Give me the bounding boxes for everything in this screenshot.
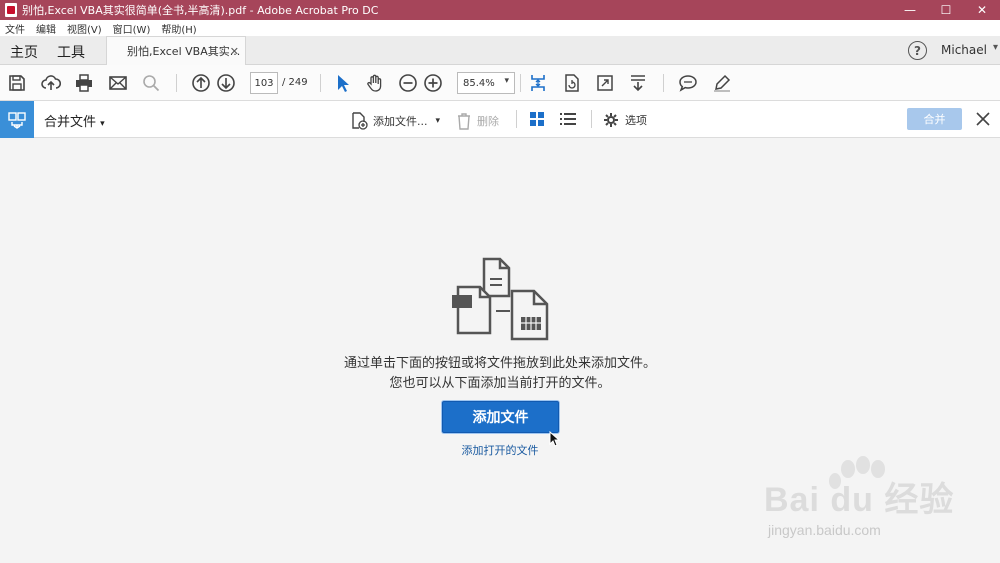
hand-tool-icon[interactable] — [364, 72, 386, 94]
window-title: 别怕,Excel VBA其实很简单(全书,半高清).pdf - Adobe Ac… — [22, 4, 379, 17]
help-icon[interactable]: ? — [908, 41, 927, 60]
minimize-button[interactable]: — — [892, 0, 928, 20]
gear-icon — [604, 113, 618, 127]
full-screen-icon[interactable] — [594, 72, 616, 94]
toolbar-divider — [320, 74, 321, 92]
add-files-button[interactable]: 添加文件 — [442, 401, 559, 433]
fit-page-icon[interactable] — [527, 72, 549, 94]
select-cursor-icon[interactable] — [331, 72, 353, 94]
grid-view-icon — [530, 112, 544, 126]
acrobat-app-icon — [5, 3, 17, 17]
menu-bar: 文件 编辑 视图(V) 窗口(W) 帮助(H) — [0, 20, 1000, 36]
tab-document[interactable]: 别怕,Excel VBA其实... ✕ — [106, 36, 246, 65]
tab-tools[interactable]: 工具 — [57, 42, 85, 62]
combine-files-title[interactable]: 合并文件 ▾ — [44, 111, 105, 130]
watermark-brand: Bai du 经验 — [764, 481, 955, 519]
zoom-in-icon[interactable] — [422, 72, 444, 94]
comment-icon[interactable] — [677, 72, 699, 94]
combine-divider — [516, 110, 517, 128]
combine-tool-icon — [0, 101, 34, 138]
add-files-menu[interactable]: 添加文件... ▾ — [350, 112, 440, 130]
close-window-button[interactable]: ✕ — [964, 0, 1000, 20]
add-files-label: 添加文件... — [373, 115, 428, 128]
tab-home[interactable]: 主页 — [10, 42, 38, 62]
zoom-out-icon[interactable] — [397, 72, 419, 94]
delete-label: 删除 — [477, 115, 499, 128]
upload-cloud-icon[interactable] — [40, 72, 62, 94]
options-button[interactable]: 选项 — [603, 112, 647, 128]
close-tool-icon[interactable] — [974, 110, 992, 128]
zoom-value: 85.4% — [463, 77, 495, 89]
window-titlebar: 别怕,Excel VBA其实很简单(全书,半高清).pdf - Adobe Ac… — [0, 0, 1000, 20]
watermark-url: jingyan.baidu.com — [768, 522, 881, 538]
toolbar-divider — [663, 74, 664, 92]
menu-edit[interactable]: 编辑 — [31, 21, 62, 36]
combine-title-chevron-icon: ▾ — [100, 119, 105, 129]
combine-divider — [591, 110, 592, 128]
scroll-mode-icon[interactable] — [627, 72, 649, 94]
thumbnail-view-button[interactable] — [529, 111, 545, 127]
drop-instruction-line2: 您也可以从下面添加当前打开的文件。 — [389, 376, 611, 391]
save-icon[interactable] — [6, 72, 28, 94]
previous-page-icon[interactable] — [190, 72, 212, 94]
trash-icon — [458, 113, 470, 130]
zoom-chevron-down-icon[interactable]: ▾ — [504, 76, 509, 86]
merge-button[interactable]: 合并 — [907, 108, 962, 130]
options-label: 选项 — [625, 114, 647, 127]
rotate-page-icon[interactable] — [561, 72, 583, 94]
combine-files-title-label: 合并文件 — [44, 115, 97, 130]
email-icon[interactable] — [107, 72, 129, 94]
page-number-input[interactable]: 103 — [250, 72, 278, 94]
highlight-pen-icon[interactable] — [711, 72, 733, 94]
close-tab-icon[interactable]: ✕ — [230, 45, 239, 58]
maximize-button[interactable]: ☐ — [928, 0, 964, 20]
mouse-pointer-icon — [549, 431, 561, 447]
add-files-chevron-down-icon: ▾ — [435, 116, 441, 126]
menu-view[interactable]: 视图(V) — [62, 21, 108, 36]
page-total: / 249 — [282, 77, 308, 88]
combine-files-illustration-icon — [452, 257, 549, 341]
window-controls: — ☐ ✕ — [892, 0, 1000, 20]
add-file-icon — [352, 112, 368, 130]
delete-button[interactable]: 删除 — [456, 112, 499, 130]
tab-bar: 主页 工具 别怕,Excel VBA其实... ✕ ? Michael ▾ — [0, 36, 1000, 65]
next-page-icon[interactable] — [215, 72, 237, 94]
document-tab-label: 别怕,Excel VBA其实... — [127, 45, 241, 58]
toolbar-divider — [520, 74, 521, 92]
zoom-select[interactable]: 85.4% ▾ — [457, 72, 515, 94]
search-icon[interactable] — [140, 72, 162, 94]
user-name[interactable]: Michael — [941, 43, 987, 57]
toolbar-divider — [176, 74, 177, 92]
user-menu-chevron-icon[interactable]: ▾ — [993, 42, 998, 53]
drop-instruction-line1: 通过单击下面的按钮或将文件拖放到此处来添加文件。 — [343, 356, 656, 371]
menu-help[interactable]: 帮助(H) — [156, 21, 202, 36]
combine-files-bar: 合并文件 ▾ 添加文件... ▾ 删除 选项 — [0, 101, 1000, 138]
menu-window[interactable]: 窗口(W) — [108, 21, 157, 36]
list-view-button[interactable] — [559, 111, 577, 127]
print-icon[interactable] — [73, 72, 95, 94]
list-view-icon — [560, 113, 576, 125]
menu-file[interactable]: 文件 — [0, 21, 31, 36]
